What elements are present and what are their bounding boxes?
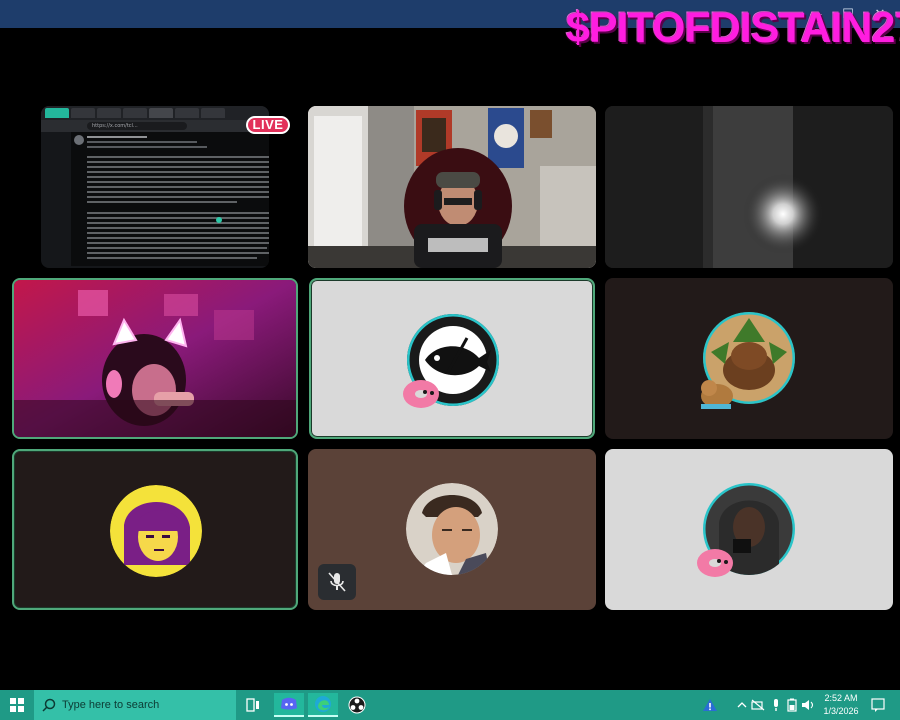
shared-post-text-lines bbox=[74, 135, 269, 259]
participant-tile-hooded-man[interactable] bbox=[605, 449, 893, 610]
participant-tile-webcam-dark-room[interactable] bbox=[605, 106, 893, 268]
shared-browser-tabbar bbox=[41, 106, 269, 120]
edge-icon[interactable] bbox=[308, 693, 338, 717]
participant-tile-screen-share[interactable]: https://x.com/tcl... bbox=[41, 106, 269, 268]
muted-mic-button[interactable] bbox=[318, 564, 356, 600]
search-icon bbox=[42, 698, 56, 712]
battery-icon[interactable] bbox=[784, 696, 800, 714]
anime-girl-icon bbox=[110, 485, 202, 577]
task-view-icon[interactable] bbox=[238, 693, 268, 717]
shared-post-content bbox=[71, 132, 269, 266]
donut-icon bbox=[403, 380, 439, 408]
mic-muted-icon bbox=[328, 572, 346, 592]
shared-url-field: https://x.com/tcl... bbox=[87, 122, 187, 130]
network-glyph bbox=[751, 699, 765, 711]
chevron-up-icon[interactable] bbox=[734, 696, 750, 714]
taskbar-search-box[interactable]: Type here to search bbox=[34, 690, 236, 720]
chevron-glyph bbox=[737, 702, 747, 708]
search-placeholder: Type here to search bbox=[62, 699, 160, 711]
battery-glyph bbox=[787, 698, 797, 712]
warning-glyph bbox=[703, 699, 717, 711]
anime-girl-avatar bbox=[110, 485, 202, 577]
clock-time: 2:52 AM bbox=[824, 693, 858, 703]
man-face-icon bbox=[406, 483, 498, 575]
shared-browser-address-bar: https://x.com/tcl... bbox=[41, 120, 269, 132]
man-face-avatar bbox=[406, 483, 498, 575]
obs-icon[interactable] bbox=[342, 693, 372, 717]
donut-icon bbox=[697, 549, 733, 577]
start-button[interactable] bbox=[0, 690, 34, 720]
notification-glyph bbox=[871, 698, 885, 712]
volume-glyph bbox=[802, 700, 814, 710]
microphone-icon[interactable] bbox=[768, 696, 784, 714]
discord-icon[interactable] bbox=[274, 693, 304, 717]
volume-icon[interactable] bbox=[800, 696, 816, 714]
task-view-glyph bbox=[246, 698, 259, 712]
webcam-room-scene bbox=[308, 106, 596, 268]
clock-date: 1/3/2026 bbox=[823, 706, 859, 716]
participant-tile-webcam-cat-ears[interactable] bbox=[12, 278, 298, 439]
participant-tile-webcam-streamer[interactable] bbox=[308, 106, 596, 268]
obs-glyph bbox=[348, 696, 366, 714]
participant-tile-anime-girl[interactable] bbox=[12, 449, 298, 610]
capybara-icon bbox=[701, 380, 733, 409]
warning-icon[interactable] bbox=[702, 696, 718, 714]
webcam-dark-scene bbox=[605, 106, 893, 268]
notification-icon[interactable] bbox=[870, 696, 886, 714]
participant-tile-420-avatar[interactable] bbox=[605, 278, 893, 439]
discord-glyph bbox=[281, 697, 297, 710]
windows-taskbar: Type here to search 2:52 AM 1/3/2026 bbox=[0, 690, 900, 720]
windows-logo-icon bbox=[10, 698, 24, 712]
mic-glyph bbox=[774, 699, 778, 711]
webcam-neon-scene bbox=[14, 280, 296, 437]
taskbar-clock[interactable]: 2:52 AM 1/3/2026 bbox=[818, 692, 864, 718]
edge-glyph bbox=[315, 696, 331, 712]
live-badge: LIVE bbox=[246, 116, 290, 134]
participant-tile-fish-logo[interactable] bbox=[309, 278, 595, 439]
desktop-window: — ☐ ✕ $PITOFDISTAIN27 https://x.com/tcl.… bbox=[0, 0, 900, 720]
network-off-icon[interactable] bbox=[750, 696, 766, 714]
brand-overlay-text: $PITOFDISTAIN27 bbox=[566, 4, 900, 52]
